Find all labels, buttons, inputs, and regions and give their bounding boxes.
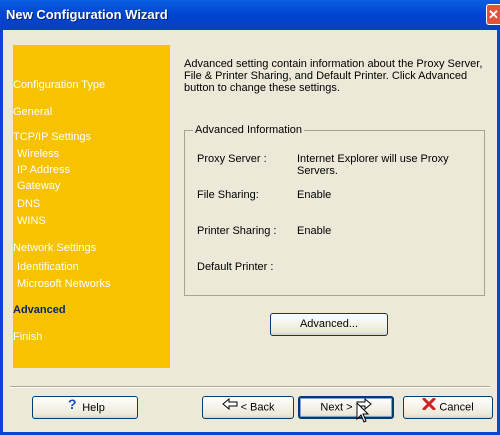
printer-sharing-label: Printer Sharing : — [197, 225, 277, 237]
step-tcpip-settings: TCP/IP Settings — [13, 131, 92, 143]
next-button-label: Next > — [320, 401, 353, 414]
close-icon[interactable]: ✕ — [486, 4, 500, 25]
help-button-label: Help — [82, 401, 105, 414]
step-advanced-current: Advanced — [13, 304, 66, 316]
advanced-information-group: Advanced Information Proxy Server : Inte… — [184, 124, 485, 296]
file-sharing-label: File Sharing: — [197, 189, 259, 201]
step-identification: Identification — [17, 261, 79, 273]
step-wireless: Wireless — [17, 148, 60, 160]
step-ip-address: IP Address — [17, 164, 70, 176]
help-icon: ? — [65, 396, 79, 419]
help-button[interactable]: ? Help — [32, 396, 138, 419]
title-bar: New Configuration Wizard ✕ — [0, 0, 500, 30]
advanced-button-label: Advanced... — [299, 318, 359, 330]
advanced-button[interactable]: Advanced... — [270, 313, 388, 336]
step-general: General — [13, 106, 53, 118]
next-button[interactable]: Next > — [298, 396, 394, 419]
back-arrow-icon — [221, 397, 238, 418]
mouse-cursor-icon — [356, 401, 370, 427]
step-configuration-type: Configuration Type — [13, 79, 106, 91]
intro-text: Advanced setting contain information abo… — [184, 58, 483, 94]
footer-separator — [10, 386, 490, 388]
back-button-label: < Back — [240, 401, 275, 414]
cancel-x-icon — [422, 397, 436, 418]
window-title: New Configuration Wizard — [6, 7, 168, 22]
step-gateway: Gateway — [17, 180, 61, 192]
proxy-server-value: Internet Explorer will use Proxy Servers… — [297, 153, 449, 177]
group-title: Advanced Information — [193, 124, 305, 136]
svg-text:?: ? — [68, 397, 77, 411]
back-button[interactable]: < Back — [202, 396, 294, 419]
step-microsoft-networks: Microsoft Networks — [17, 278, 111, 290]
cancel-button-label: Cancel — [439, 401, 474, 414]
cancel-button[interactable]: Cancel — [403, 396, 493, 419]
step-dns: DNS — [17, 198, 41, 210]
close-glyph: ✕ — [488, 7, 499, 22]
default-printer-label: Default Printer : — [197, 261, 274, 273]
proxy-server-label: Proxy Server : — [197, 153, 267, 165]
file-sharing-value: Enable — [297, 189, 332, 201]
wizard-steps-sidebar: Configuration Type General TCP/IP Settin… — [13, 45, 170, 368]
step-finish: Finish — [13, 331, 43, 343]
printer-sharing-value: Enable — [297, 225, 332, 237]
step-network-settings: Network Settings — [13, 242, 97, 254]
step-wins: WINS — [17, 215, 46, 227]
